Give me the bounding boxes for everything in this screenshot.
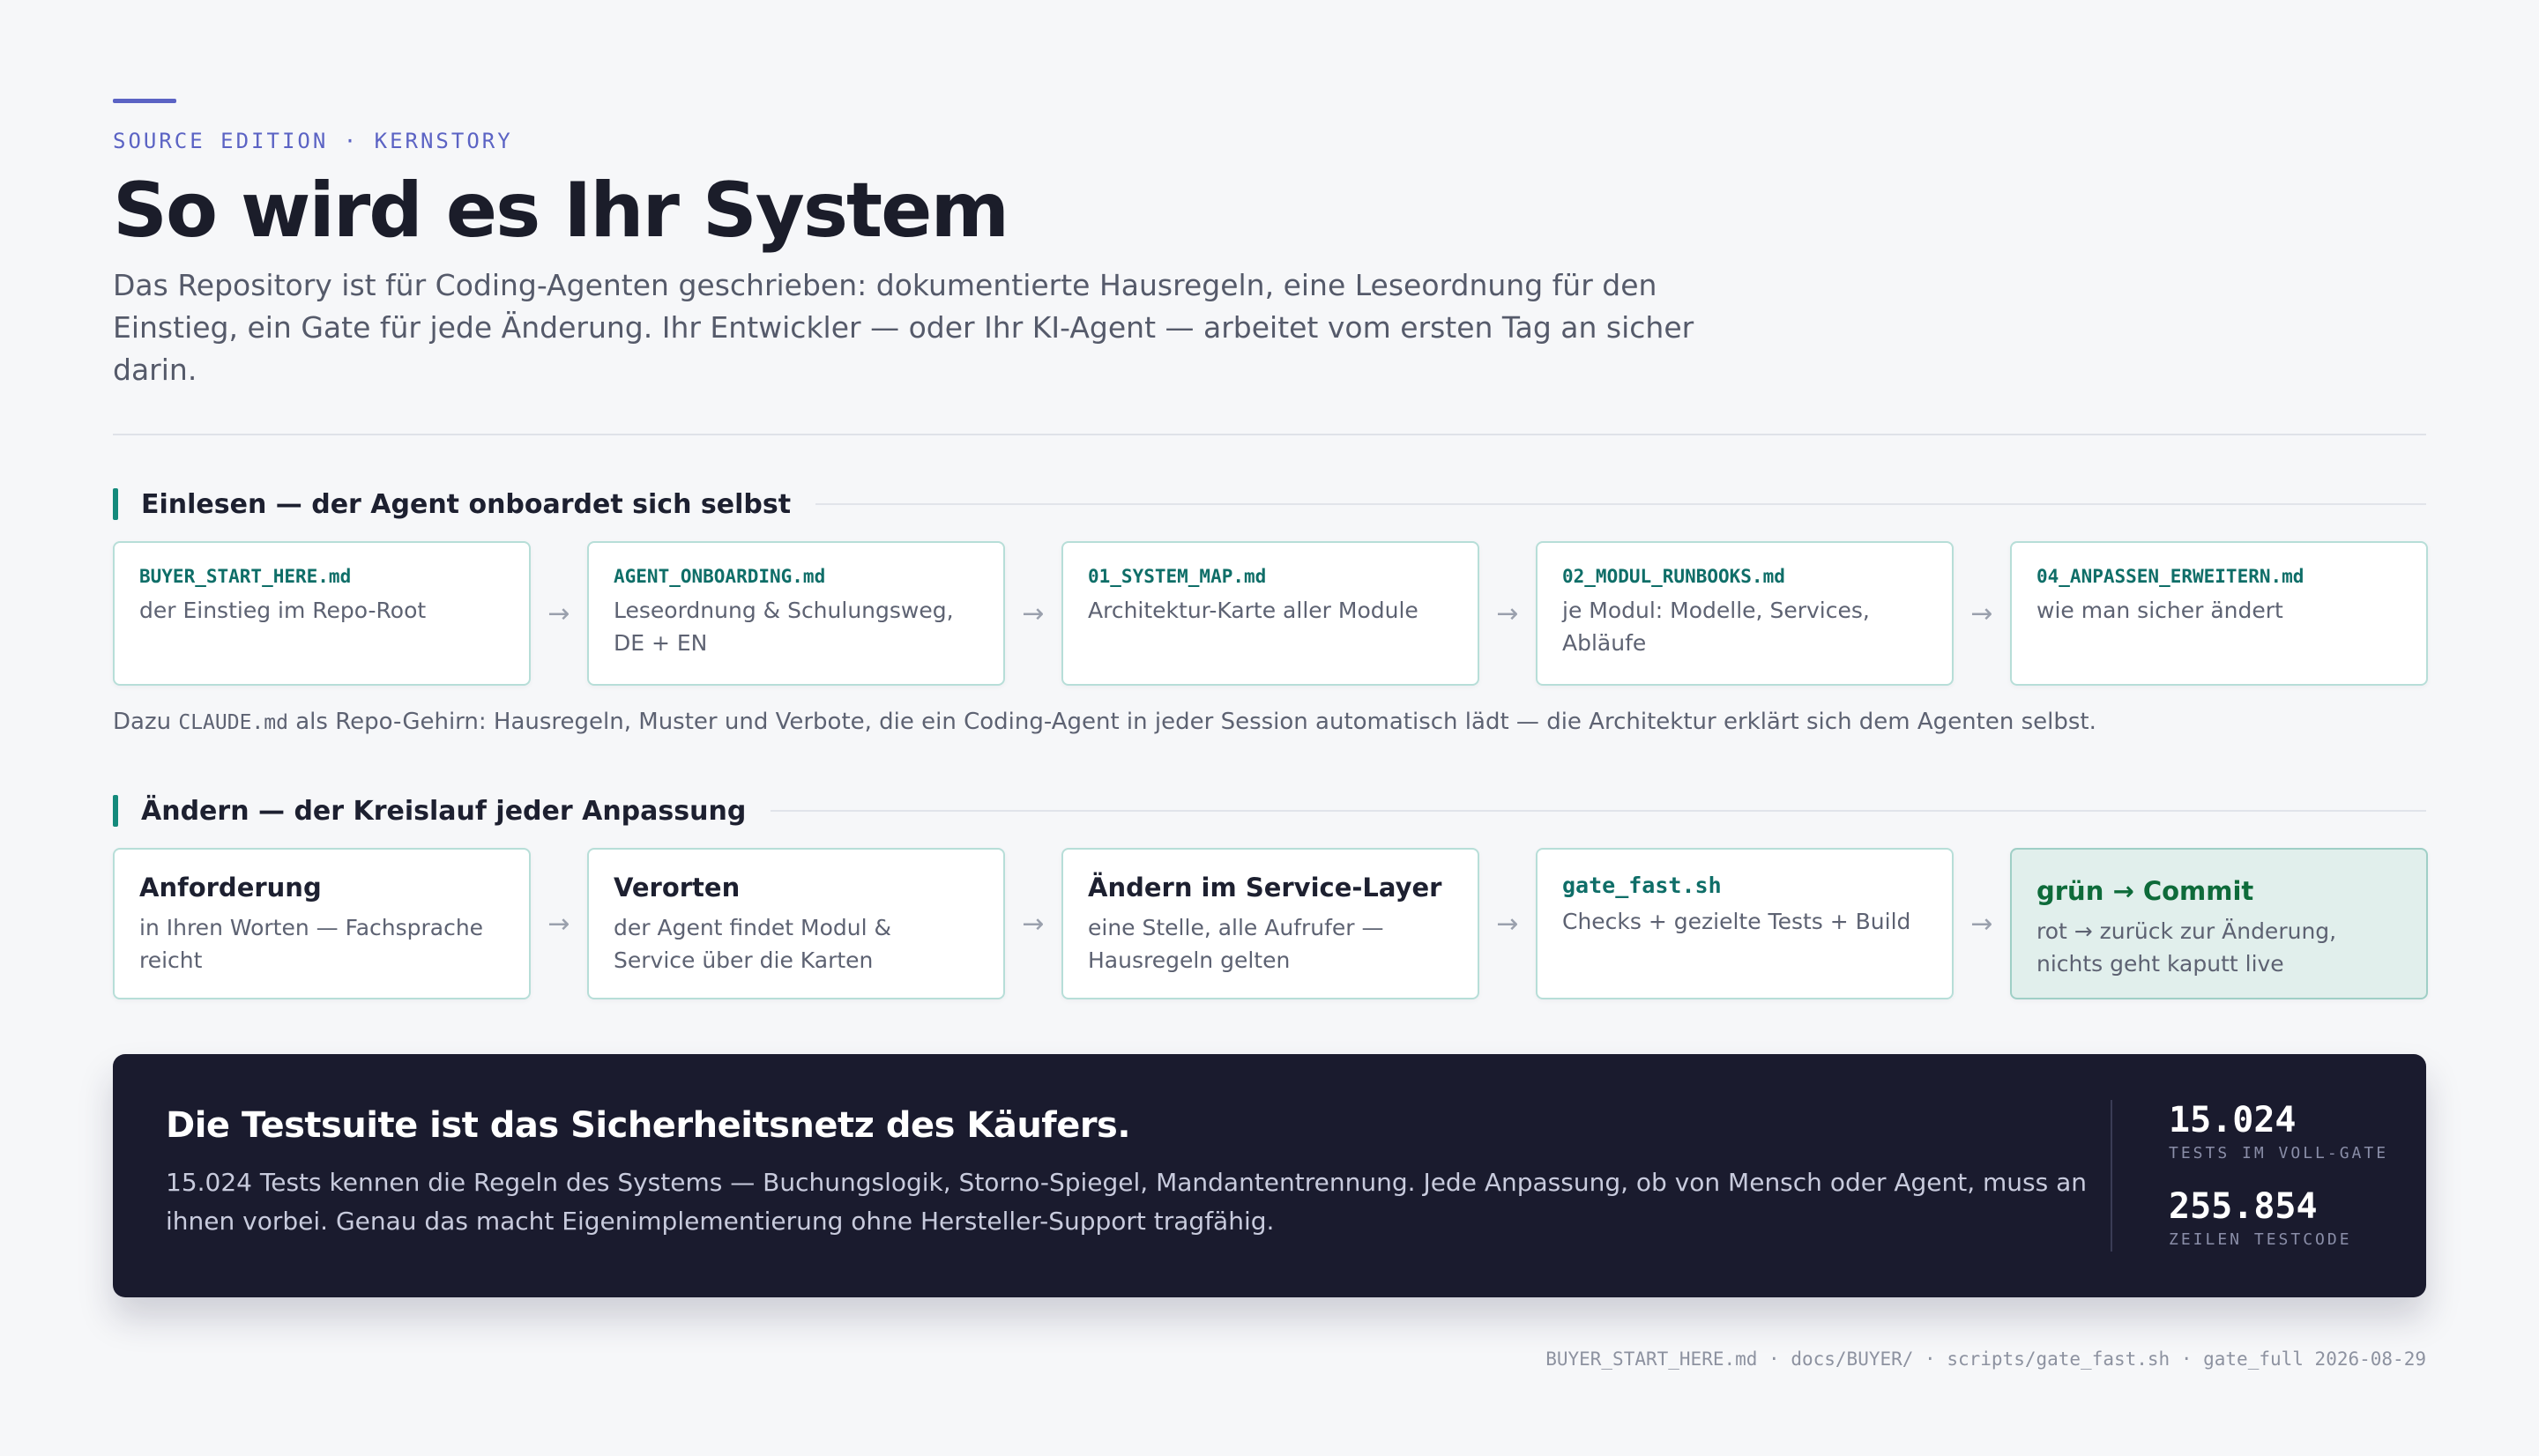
- arrow-right-icon: →: [1022, 908, 1045, 940]
- arrow-right-icon: →: [1496, 908, 1519, 940]
- onboarding-card-buyer-start: BUYER_START_HERE.md der Einstieg im Repo…: [113, 541, 531, 686]
- arrow-right-icon: →: [547, 908, 570, 940]
- cycle-card-commit: grün → Commit rot → zurück zur Änderung,…: [2010, 848, 2428, 999]
- file-name: 02_MODUL_RUNBOOKS.md: [1562, 566, 1785, 587]
- section-rule: [771, 810, 2426, 812]
- file-name: 04_ANPASSEN_ERWEITERN.md: [2036, 566, 2304, 587]
- step-description: Checks + gezielte Tests + Build: [1562, 909, 1911, 934]
- stat-label: TESTS IM VOLL-GATE: [2169, 1144, 2389, 1163]
- onboarding-card-system-map: 01_SYSTEM_MAP.md Architektur-Karte aller…: [1061, 541, 1479, 686]
- note-suffix: als Repo-Gehirn: Hausregeln, Muster und …: [287, 709, 2096, 735]
- onboarding-card-agent-onboarding: AGENT_ONBOARDING.md Leseordnung & Schulu…: [587, 541, 1005, 686]
- cycle-card-verorten: Verorten der Agent findet Modul & Servic…: [587, 848, 1005, 999]
- banner-divider: [2111, 1100, 2112, 1252]
- cycle-card-aendern: Ändern im Service-Layer eine Stelle, all…: [1061, 848, 1479, 999]
- testsuite-banner: Die Testsuite ist das Sicherheitsnetz de…: [113, 1054, 2426, 1297]
- file-description: je Modul: Modelle, Services, Abläufe: [1562, 598, 1870, 656]
- step-description: der Agent findet Modul & Service über di…: [614, 915, 891, 973]
- cycle-card-anforderung: Anforderung in Ihren Worten — Fachsprach…: [113, 848, 531, 999]
- step-title: Verorten: [614, 873, 741, 903]
- file-description: der Einstieg im Repo-Root: [139, 598, 427, 623]
- section-rule: [815, 503, 2426, 505]
- lede: Das Repository ist für Coding-Agenten ge…: [113, 268, 1694, 387]
- file-name: 01_SYSTEM_MAP.md: [1088, 566, 1267, 587]
- onboarding-flow: BUYER_START_HERE.md der Einstieg im Repo…: [113, 541, 2428, 686]
- file-description: Leseordnung & Schulungsweg, DE + EN: [614, 598, 954, 656]
- arrow-right-icon: →: [547, 598, 570, 629]
- section-marker: [113, 795, 118, 827]
- step-title: grün → Commit: [2036, 876, 2254, 906]
- step-title: Anforderung: [139, 873, 322, 903]
- file-description: wie man sicher ändert: [2036, 598, 2283, 623]
- divider: [113, 434, 2426, 435]
- stat-value: 15.024: [2169, 1100, 2297, 1140]
- step-description: eine Stelle, alle Aufrufer — Hausregeln …: [1088, 915, 1384, 973]
- arrow-right-icon: →: [1022, 598, 1045, 629]
- note-prefix: Dazu: [113, 709, 179, 735]
- section-marker: [113, 488, 118, 520]
- cycle-card-gate-fast: gate_fast.sh Checks + gezielte Tests + B…: [1536, 848, 1954, 999]
- arrow-right-icon: →: [1970, 908, 1993, 940]
- stat-label: ZEILEN TESTCODE: [2169, 1230, 2352, 1249]
- note-filename: CLAUDE.md: [178, 711, 288, 734]
- file-name: AGENT_ONBOARDING.md: [614, 566, 826, 587]
- onboarding-card-anpassen-erweitern: 04_ANPASSEN_ERWEITERN.md wie man sicher …: [2010, 541, 2428, 686]
- page: SOURCE EDITION · KERNSTORY So wird es Ih…: [113, 0, 2428, 1456]
- section-header-aendern: Ändern — der Kreislauf jeder Anpassung: [113, 793, 2426, 828]
- arrow-right-icon: →: [1970, 598, 1993, 629]
- claude-md-note: Dazu CLAUDE.md als Repo-Gehirn: Hausrege…: [113, 709, 2096, 735]
- onboarding-card-modul-runbooks: 02_MODUL_RUNBOOKS.md je Modul: Modelle, …: [1536, 541, 1954, 686]
- change-cycle-flow: Anforderung in Ihren Worten — Fachsprach…: [113, 848, 2428, 999]
- page-title: So wird es Ihr System: [113, 167, 1009, 255]
- stat-lines: 255.854 ZEILEN TESTCODE: [2169, 1186, 2352, 1249]
- file-description: Architektur-Karte aller Module: [1088, 598, 1418, 623]
- file-name: BUYER_START_HERE.md: [139, 566, 352, 587]
- stat-tests: 15.024 TESTS IM VOLL-GATE: [2169, 1100, 2388, 1163]
- arrow-right-icon: →: [1496, 598, 1519, 629]
- command-name: gate_fast.sh: [1562, 873, 1722, 898]
- accent-bar: [113, 99, 176, 103]
- section-title: Einlesen — der Agent onboardet sich selb…: [141, 488, 792, 520]
- section-title: Ändern — der Kreislauf jeder Anpassung: [141, 795, 747, 827]
- banner-text: 15.024 Tests kennen die Regeln des Syste…: [166, 1168, 2088, 1236]
- section-header-einlesen: Einlesen — der Agent onboardet sich selb…: [113, 487, 2426, 522]
- stat-value: 255.854: [2169, 1186, 2318, 1227]
- eyebrow: SOURCE EDITION · KERNSTORY: [113, 129, 513, 153]
- footer-references: BUYER_START_HERE.md · docs/BUYER/ · scri…: [1545, 1348, 2426, 1370]
- step-description: rot → zurück zur Änderung, nichts geht k…: [2036, 918, 2337, 977]
- step-description: in Ihren Worten — Fachsprache reicht: [139, 915, 484, 973]
- banner-title: Die Testsuite ist das Sicherheitsnetz de…: [166, 1105, 1131, 1146]
- step-title: Ändern im Service-Layer: [1088, 873, 1442, 903]
